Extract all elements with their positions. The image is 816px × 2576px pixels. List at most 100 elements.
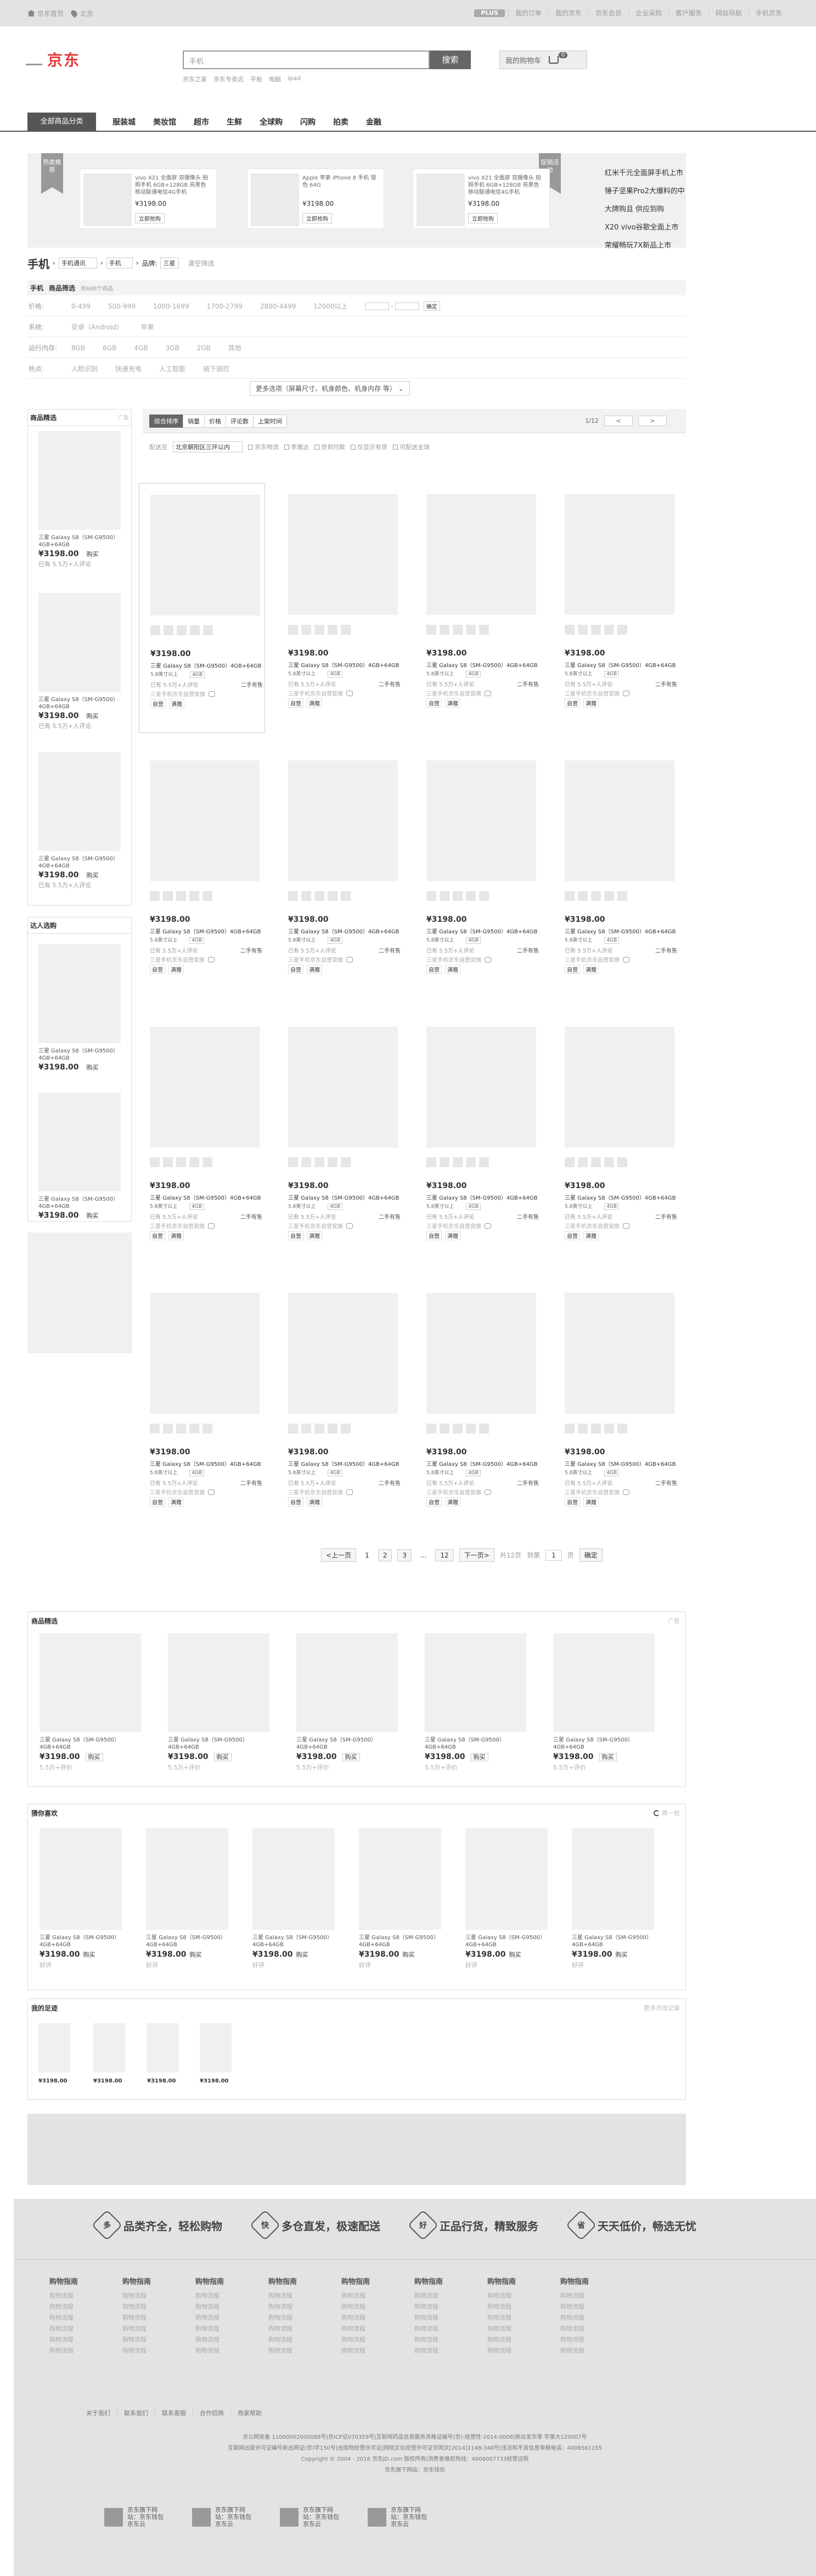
review-count[interactable]: 已有 5.5万+人评论 bbox=[288, 1214, 336, 1220]
thumbnail[interactable] bbox=[202, 1157, 212, 1167]
product-reviews[interactable]: 已有 5.5万+人评论 二手有售 bbox=[565, 1479, 677, 1487]
filter-option[interactable]: 骁下骁控 bbox=[203, 364, 229, 373]
thumbnail[interactable] bbox=[314, 625, 324, 635]
side-product[interactable]: 三星 Galaxy S8（SM-G9500）4GB+64GB ¥3198.00 购买 bbox=[38, 944, 121, 1072]
shop-name[interactable]: 三星手机京东自营官旗 bbox=[565, 691, 620, 697]
secondhand-link[interactable]: 二手有售 bbox=[517, 946, 539, 954]
guess-buy-button[interactable]: 购买 bbox=[507, 1951, 524, 1958]
shop-chat-icon[interactable] bbox=[485, 1223, 491, 1229]
side-product-image[interactable] bbox=[38, 752, 121, 851]
thumbnail[interactable] bbox=[341, 1157, 351, 1167]
secondhand-link[interactable]: 二手有售 bbox=[241, 680, 263, 688]
secondhand-link[interactable]: 二手有售 bbox=[379, 1479, 401, 1487]
hot-word[interactable]: 电脑 bbox=[269, 75, 281, 83]
shop-name[interactable]: 三星手机京东自营官旗 bbox=[288, 957, 343, 964]
footer-column-link[interactable]: 购物流程 bbox=[122, 2312, 195, 2323]
footer-column-link[interactable]: 购物流程 bbox=[341, 2291, 414, 2301]
footer-column-link[interactable]: 购物流程 bbox=[560, 2345, 633, 2356]
search-button[interactable]: 搜索 bbox=[430, 51, 471, 69]
thumbnail[interactable] bbox=[440, 1157, 449, 1167]
shop-name[interactable]: 三星手机京东自营官旗 bbox=[150, 692, 205, 698]
hot-word[interactable]: 京东之家 bbox=[183, 75, 207, 83]
shop-chat-icon[interactable] bbox=[485, 957, 491, 962]
promo-card-title[interactable]: vivo X21 全面屏 双摄像头 拍照手机 6GB+128GB 亮黑色 移动联… bbox=[135, 175, 212, 196]
shop-chat-icon[interactable] bbox=[209, 691, 215, 697]
guess-buy-button[interactable]: 购买 bbox=[401, 1951, 417, 1958]
sort-tab[interactable]: 销量 bbox=[183, 415, 205, 428]
shop-chat-icon[interactable] bbox=[485, 691, 491, 696]
guess-buy-button[interactable]: 购买 bbox=[81, 1951, 98, 1958]
guess-product-image[interactable] bbox=[40, 1828, 122, 1930]
thumbnail[interactable] bbox=[479, 891, 489, 901]
guess-buy-button[interactable]: 购买 bbox=[188, 1951, 204, 1958]
checkbox-box[interactable] bbox=[284, 445, 289, 450]
filter-option[interactable]: 2GB bbox=[197, 344, 211, 352]
footer-column-link[interactable]: 购物流程 bbox=[414, 2334, 487, 2345]
product-name[interactable]: 三星 Galaxy S8（SM-G9500）4GB+64GB bbox=[426, 1193, 538, 1201]
brand-selected[interactable]: 三星 bbox=[160, 257, 179, 268]
history-product[interactable]: ¥3198.00 bbox=[38, 2023, 71, 2084]
thumbnail[interactable] bbox=[466, 1424, 476, 1433]
footer-column-link[interactable]: 购物流程 bbox=[487, 2301, 560, 2312]
recommend-product[interactable]: 三星 Galaxy S8（SM-G9500）4GB+64GB ¥3198.00 购买… bbox=[40, 1633, 141, 1772]
secondhand-link[interactable]: 二手有售 bbox=[240, 1212, 262, 1220]
thumbnail[interactable] bbox=[591, 625, 601, 635]
thumbnail[interactable] bbox=[426, 625, 436, 635]
shop-name[interactable]: 三星手机京东自营官旗 bbox=[426, 691, 481, 697]
footer-column-link[interactable]: 购物流程 bbox=[414, 2291, 487, 2301]
filter-option[interactable]: 苹果 bbox=[140, 322, 154, 332]
product-reviews[interactable]: 已有 5.5万+人评论 二手有售 bbox=[150, 680, 263, 688]
footer-column-link[interactable]: 购物流程 bbox=[341, 2334, 414, 2345]
product-name[interactable]: 三星 Galaxy S8（SM-G9500）4GB+64GB bbox=[150, 1459, 261, 1468]
filter-checkbox[interactable]: 仅显示有货 bbox=[351, 443, 387, 451]
top-link-6[interactable]: 手机京东 bbox=[748, 9, 789, 17]
guess-product[interactable]: 三星 Galaxy S8（SM-G9500）4GB+64GB ¥3198.00 购买… bbox=[40, 1828, 122, 1969]
history-product-image[interactable] bbox=[147, 2023, 179, 2073]
side-product-name[interactable]: 三星 Galaxy S8（SM-G9500）4GB+64GB bbox=[38, 1048, 121, 1062]
footer-badge[interactable]: 京东旗下网站：京东钱包京东云 bbox=[104, 2506, 165, 2528]
thumbnail[interactable] bbox=[328, 1157, 337, 1167]
product-name[interactable]: 三星 Galaxy S8（SM-G9500）4GB+64GB bbox=[288, 1459, 399, 1468]
guess-product-name[interactable]: 三星 Galaxy S8（SM-G9500）4GB+64GB bbox=[465, 1934, 548, 1948]
thumbnail[interactable] bbox=[301, 625, 311, 635]
product-shop[interactable]: 三星手机京东自营官旗 bbox=[426, 1488, 491, 1496]
crumb-dropdown-sub[interactable]: 手机 bbox=[106, 257, 133, 268]
thumbnail[interactable] bbox=[164, 625, 173, 635]
thumbnail[interactable] bbox=[604, 1157, 614, 1167]
side-product-name[interactable]: 三星 Galaxy S8（SM-G9500）4GB+64GB bbox=[38, 1196, 121, 1210]
thumbnail[interactable] bbox=[288, 625, 298, 635]
side-product-image[interactable] bbox=[38, 944, 121, 1043]
recommend-product-name[interactable]: 三星 Galaxy S8（SM-G9500）4GB+64GB bbox=[168, 1737, 269, 1751]
search-input[interactable]: 手机 bbox=[183, 51, 430, 69]
product-image[interactable] bbox=[288, 760, 398, 881]
thumbnail[interactable] bbox=[341, 1424, 351, 1433]
history-product-image[interactable] bbox=[200, 2023, 232, 2073]
sort-tab[interactable]: 综合排序 bbox=[149, 415, 183, 428]
location-text[interactable]: 北京 bbox=[80, 9, 93, 18]
location-icon[interactable] bbox=[69, 8, 79, 18]
footer-column-link[interactable]: 购物流程 bbox=[122, 2291, 195, 2301]
review-count[interactable]: 已有 5.5万+人评论 bbox=[426, 682, 474, 688]
product-card[interactable]: ¥3198.00 三星 Galaxy S8（SM-G9500）4GB+64GB 5.… bbox=[415, 749, 542, 999]
product-image[interactable] bbox=[288, 1027, 398, 1147]
product-image[interactable] bbox=[150, 760, 260, 881]
ship-to-select[interactable]: 北京朝阳区三环以内 bbox=[173, 441, 243, 452]
shop-chat-icon[interactable] bbox=[346, 1489, 353, 1495]
secondhand-link[interactable]: 二手有售 bbox=[240, 1479, 262, 1487]
nav-item[interactable]: 闪购 bbox=[300, 116, 316, 127]
thumbnail[interactable] bbox=[479, 1157, 489, 1167]
hot-word[interactable]: ipad bbox=[288, 75, 301, 83]
pagination-page[interactable]: 3 bbox=[397, 1549, 412, 1561]
promo-list-item[interactable]: X20 vivo谷歌全面上市 bbox=[605, 219, 685, 237]
cart-button[interactable]: 我的购物车 0 bbox=[499, 51, 587, 69]
footer-column-link[interactable]: 购物流程 bbox=[49, 2345, 122, 2356]
review-count[interactable]: 已有 5.5万+人评论 bbox=[150, 948, 198, 954]
side-buy-button[interactable]: 购买 bbox=[87, 1064, 99, 1071]
history-more-link[interactable]: 更多浏览记录 bbox=[644, 2003, 680, 2012]
thumbnail[interactable] bbox=[288, 891, 298, 901]
pagination-page[interactable]: 2 bbox=[378, 1549, 392, 1561]
filter-option[interactable]: 1700-2799 bbox=[206, 303, 242, 310]
recommend-product[interactable]: 三星 Galaxy S8（SM-G9500）4GB+64GB ¥3198.00 购买… bbox=[425, 1633, 526, 1772]
pagination-page[interactable]: 1 bbox=[362, 1550, 373, 1561]
shop-name[interactable]: 三星手机京东自营官旗 bbox=[288, 1224, 343, 1230]
